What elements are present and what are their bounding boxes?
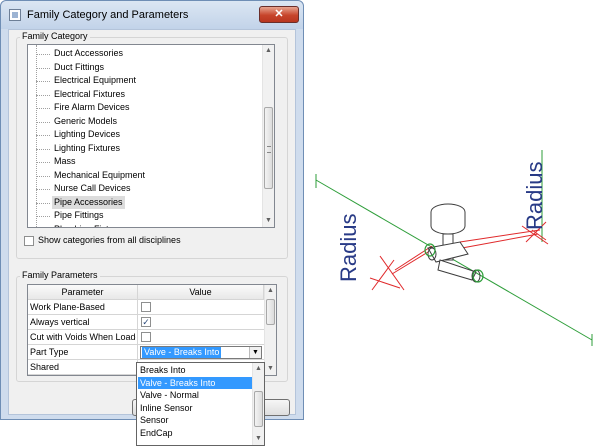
tree-connector (36, 189, 50, 190)
category-item[interactable]: Generic Models (28, 115, 262, 129)
show-all-disciplines-checkbox[interactable] (24, 236, 34, 246)
scroll-thumb[interactable] (266, 299, 275, 325)
table-row[interactable]: Cut with Voids When Loaded (28, 330, 264, 345)
category-item-label: Lighting Devices (54, 129, 121, 139)
category-item-label: Plumbing Fixtures (52, 223, 128, 228)
scroll-thumb[interactable] (254, 391, 263, 427)
work-plane-based-checkbox[interactable] (141, 302, 151, 312)
scroll-down-arrow-icon[interactable]: ▼ (265, 363, 276, 375)
category-item[interactable]: Nurse Call Devices (28, 182, 262, 196)
tree-connector (36, 202, 50, 204)
valve-geometry[interactable] (427, 203, 481, 283)
param-name: Work Plane-Based (30, 302, 105, 312)
chevron-down-icon[interactable]: ▼ (249, 347, 261, 358)
window-title: Family Category and Parameters (27, 9, 189, 21)
dropdown-option[interactable]: Breaks Into (138, 364, 253, 376)
parameters-scrollbar[interactable]: ▲ ▼ (264, 285, 276, 375)
scroll-up-arrow-icon[interactable]: ▲ (265, 285, 276, 297)
category-scrollbar[interactable]: ▲ ▼ (262, 45, 274, 227)
part-type-combobox[interactable]: Valve - Breaks Into ▼ (140, 346, 262, 359)
family-drawing-view[interactable]: Radius Radius (300, 130, 594, 370)
tree-connector (36, 162, 50, 163)
category-item-label: Pipe Fittings (54, 210, 104, 220)
table-row[interactable]: Part Type Valve - Breaks Into ▼ (28, 345, 264, 360)
category-item-label: Nurse Call Devices (54, 183, 131, 193)
category-item[interactable]: Fire Alarm Devices (28, 101, 262, 115)
param-name: Always vertical (30, 317, 90, 327)
table-row[interactable]: Always vertical ✓ (28, 315, 264, 330)
category-item[interactable]: Duct Fittings (28, 61, 262, 75)
dropdown-option[interactable]: Valve - Normal (138, 389, 253, 401)
tree-connector (36, 94, 50, 96)
category-item-label: Pipe Accessories (52, 195, 125, 209)
category-item[interactable]: Pipe Accessories (28, 195, 262, 209)
radius-label-right[interactable]: Radius (522, 162, 547, 230)
close-x-icon: ✕ (274, 8, 284, 20)
cut-with-voids-checkbox[interactable] (141, 332, 151, 342)
param-name: Shared (30, 362, 60, 372)
category-item[interactable]: Electrical Equipment (28, 74, 262, 88)
column-header-value[interactable]: Value (138, 285, 264, 300)
dropdown-option[interactable]: EndCap (138, 427, 253, 439)
radius-dimension-left[interactable] (369, 245, 433, 291)
radius-label-left[interactable]: Radius (336, 214, 361, 282)
dropdown-option[interactable]: Inline Sensor (138, 402, 253, 414)
always-vertical-checkbox[interactable]: ✓ (141, 317, 151, 327)
close-button[interactable]: ✕ (259, 6, 299, 23)
category-item-label: Fire Alarm Devices (54, 102, 130, 112)
table-row[interactable]: Work Plane-Based (28, 300, 264, 315)
check-mark-icon: ✓ (142, 317, 150, 327)
dropdown-scrollbar[interactable]: ▲ ▼ (252, 363, 264, 445)
category-item-label: Duct Fittings (54, 61, 105, 72)
category-item-label: Electrical Equipment (54, 75, 137, 85)
category-item[interactable]: Lighting Devices (28, 128, 262, 142)
category-item[interactable]: Pipe Fittings (28, 209, 262, 223)
category-tree-list[interactable]: Duct Accessories Duct Fittings Electrical … (27, 44, 275, 228)
show-all-disciplines-label: Show categories from all disciplines (38, 235, 181, 245)
family-parameters-label: Family Parameters (20, 270, 100, 280)
category-item-label: Generic Models (54, 115, 118, 126)
part-type-value: Valve - Breaks Into (142, 347, 222, 358)
title-bar[interactable]: Family Category and Parameters ✕ (1, 1, 303, 29)
tree-connector (36, 135, 50, 136)
category-item[interactable]: Mass (28, 155, 262, 169)
tree-connector (36, 108, 50, 109)
category-item[interactable]: Electrical Fixtures (28, 88, 262, 102)
dropdown-option[interactable]: Valve - Breaks Into (138, 376, 253, 389)
dropdown-option[interactable]: Sensor (138, 414, 253, 426)
scroll-down-arrow-icon[interactable]: ▼ (253, 433, 264, 445)
param-name: Part Type (30, 347, 69, 357)
category-item-label: Lighting Fixtures (54, 142, 121, 153)
category-item[interactable]: Mechanical Equipment (28, 169, 262, 183)
column-header-parameter[interactable]: Parameter (28, 285, 138, 300)
category-item-label: Mechanical Equipment (54, 169, 146, 180)
category-item-label: Duct Accessories (54, 48, 124, 58)
tree-connector (36, 67, 50, 69)
category-item-label: Mass (54, 156, 76, 166)
param-name: Cut with Voids When Loaded (30, 332, 136, 342)
category-item[interactable]: Plumbing Fixtures (28, 223, 262, 228)
scroll-up-arrow-icon[interactable]: ▲ (253, 363, 264, 375)
tree-connector (36, 81, 50, 82)
tree-connector (36, 54, 50, 55)
scroll-thumb[interactable] (264, 107, 273, 189)
app-icon (9, 9, 21, 21)
category-item[interactable]: Lighting Fixtures (28, 142, 262, 156)
part-type-dropdown-list[interactable]: Breaks Into Valve - Breaks Into Valve - No… (136, 362, 265, 446)
family-category-label: Family Category (20, 31, 90, 41)
scroll-up-arrow-icon[interactable]: ▲ (263, 45, 274, 57)
tree-connector (36, 175, 50, 177)
category-item[interactable]: Duct Accessories (28, 47, 262, 61)
tree-connector (36, 121, 50, 123)
tree-connector (36, 216, 50, 217)
scroll-down-arrow-icon[interactable]: ▼ (263, 215, 274, 227)
category-item-label: Electrical Fixtures (54, 88, 126, 99)
tree-connector (36, 148, 50, 150)
